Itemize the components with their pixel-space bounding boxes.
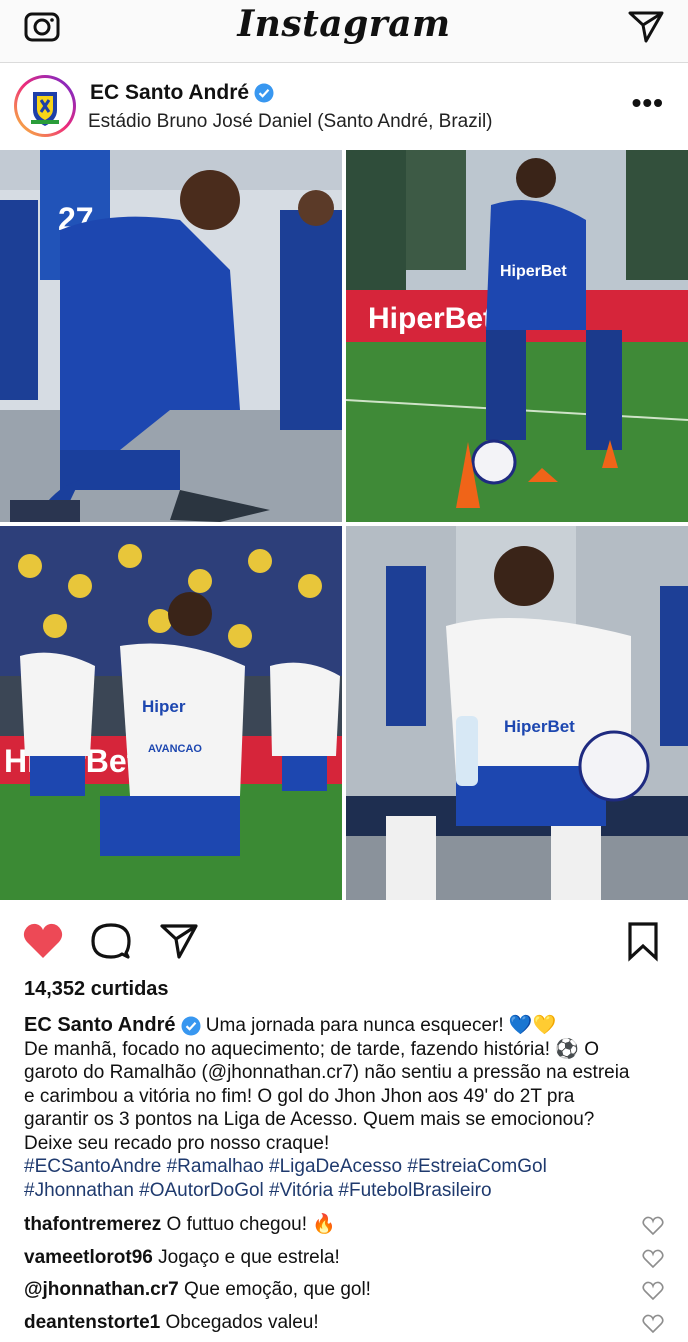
comment-like-icon[interactable] <box>642 1281 664 1301</box>
photo-locker-room: 27 <box>0 150 342 522</box>
comment-username[interactable]: thafontremerez <box>24 1214 161 1235</box>
bookmark-icon[interactable] <box>622 920 664 962</box>
comment-like-icon[interactable] <box>642 1216 664 1236</box>
comment-icon[interactable] <box>90 920 132 962</box>
more-options-icon[interactable]: ••• <box>632 93 664 113</box>
comment-item: deantenstorte1 Obcegados valeu! <box>24 1310 664 1342</box>
board-text-hiperbet: HiperBet <box>368 302 493 335</box>
share-icon[interactable] <box>158 920 200 962</box>
shirt-sponsor-text-2: Hiper <box>142 697 186 716</box>
caption-hashtags[interactable]: #ECSantoAndre #Ramalhao #LigaDeAcesso #E… <box>24 1156 547 1201</box>
post-header: EC Santo André Estádio Bruno José Daniel… <box>0 63 688 149</box>
avatar[interactable] <box>14 75 76 137</box>
comment-text: Que emoção, que gol! <box>184 1279 371 1300</box>
direct-message-icon[interactable] <box>626 5 666 45</box>
photo-training-field: HiperBet HiperBet <box>346 150 688 522</box>
comments-list: thafontremerez O futtuo chegou! 🔥 vameet… <box>24 1212 664 1342</box>
comment-username[interactable]: @jhonnathan.cr7 <box>24 1279 179 1300</box>
caption-first-line: Uma jornada para nunca esquecer! 💙💛 <box>201 1015 557 1036</box>
verified-icon <box>254 83 274 103</box>
app-logo: Instagram <box>0 0 688 48</box>
photo-locker-room-ball: HiperBet <box>346 526 688 900</box>
caption-body: De manhã, focado no aquecimento; de tard… <box>24 1039 630 1154</box>
caption-username[interactable]: EC Santo André <box>24 1014 176 1036</box>
post-username[interactable]: EC Santo André <box>90 81 274 105</box>
comment-text: Jogaço e que estrela! <box>158 1247 340 1268</box>
kit-sponsor-text: AVANCAO <box>148 743 202 755</box>
top-nav-bar: Instagram <box>0 0 688 63</box>
verified-icon <box>181 1016 201 1036</box>
comment-item: @jhonnathan.cr7 Que emoção, que gol! <box>24 1277 664 1310</box>
comment-like-icon[interactable] <box>642 1314 664 1334</box>
post-location[interactable]: Estádio Bruno José Daniel (Santo André, … <box>88 111 493 133</box>
likes-count[interactable]: 14,352 curtidas <box>24 978 169 1001</box>
comment-like-icon[interactable] <box>642 1249 664 1269</box>
comment-username[interactable]: vameetlorot96 <box>24 1247 153 1268</box>
shirt-sponsor-text: HiperBet <box>500 263 567 280</box>
like-heart-icon[interactable] <box>22 920 64 962</box>
shirt-sponsor-text-4: HiperBet <box>504 717 575 736</box>
post-image-collage[interactable]: 27 HiperBet HiperBet <box>0 150 688 900</box>
comment-item: vameetlorot96 Jogaço e que estrela! <box>24 1245 664 1278</box>
post-caption: EC Santo André Uma jornada para nunca es… <box>24 1014 644 1202</box>
comment-text: O futtuo chegou! 🔥 <box>167 1214 336 1235</box>
comment-text: Obcegados valeu! <box>165 1312 318 1333</box>
post-action-bar <box>0 912 688 972</box>
comment-item: thafontremerez O futtuo chegou! 🔥 <box>24 1212 664 1245</box>
photo-goal-celebration: HiperBet Hiper AVANCAO <box>0 526 342 900</box>
comment-username[interactable]: deantenstorte1 <box>24 1312 160 1333</box>
club-crest-icon <box>21 82 69 130</box>
